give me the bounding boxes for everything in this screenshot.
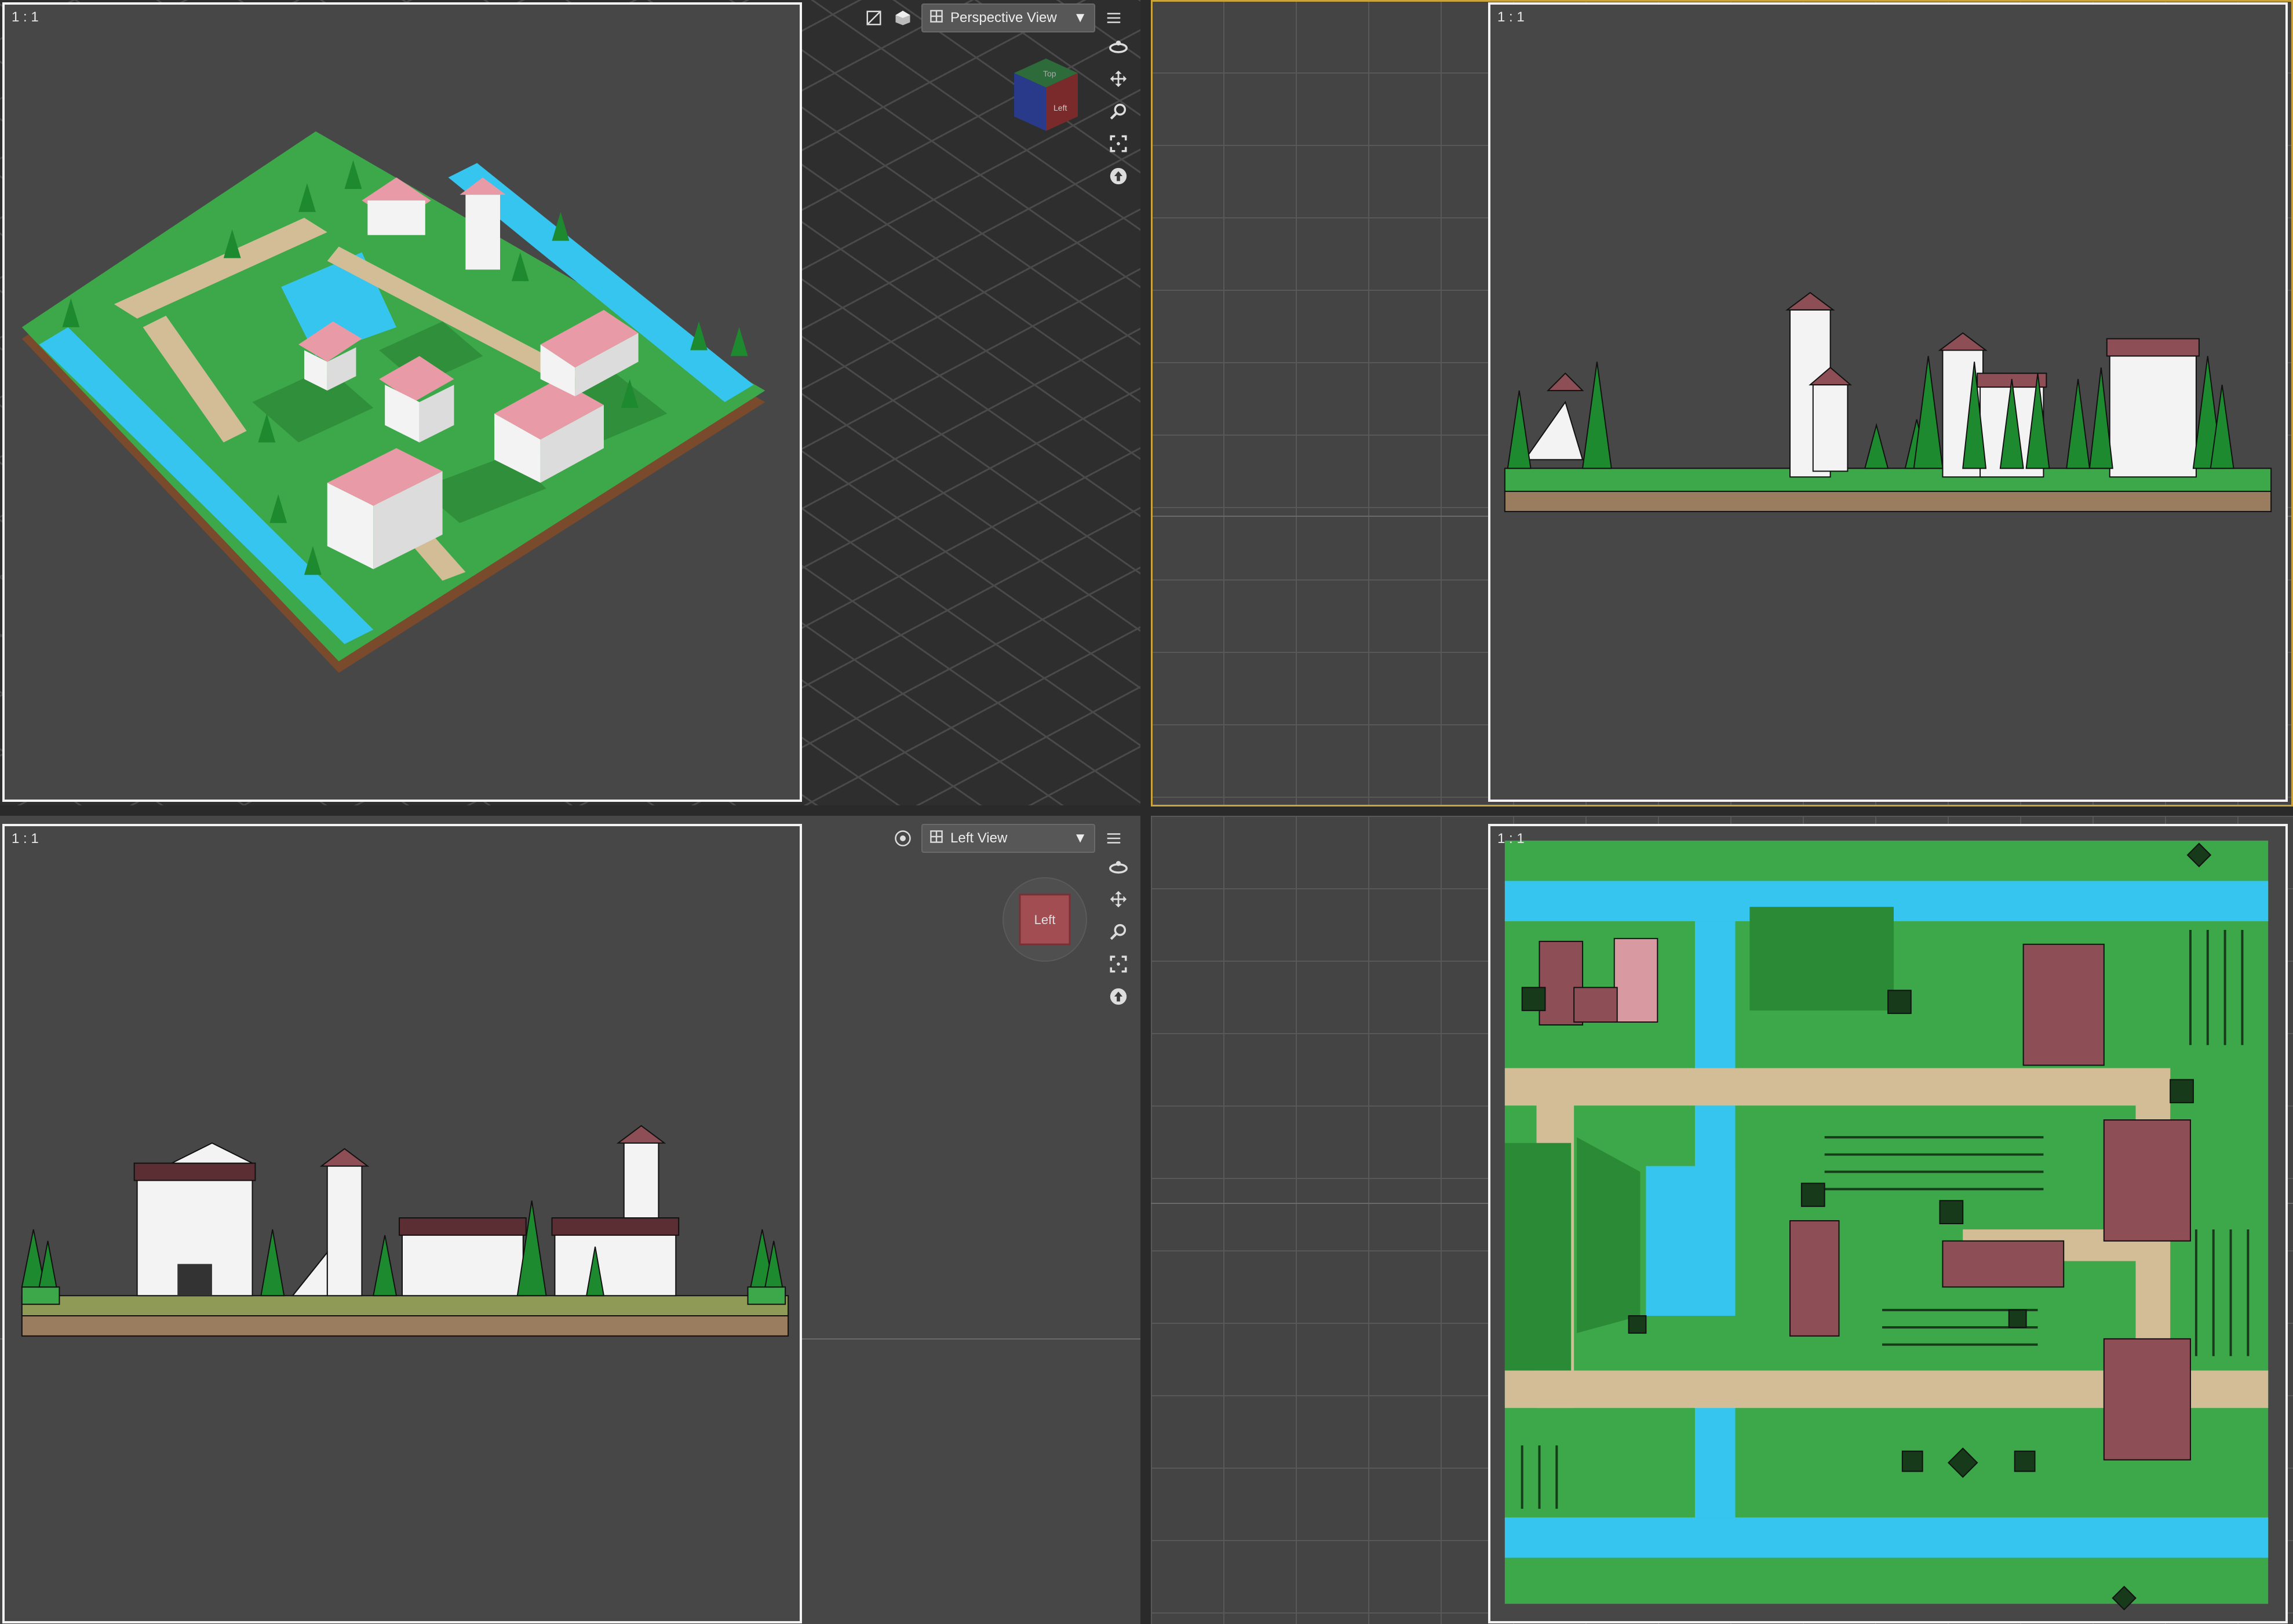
- side-viewport[interactable]: 1 : 1: [1151, 0, 2293, 805]
- camera-icon[interactable]: [892, 828, 913, 849]
- render-region-icon[interactable]: [863, 8, 884, 28]
- chevron-down-icon: ▼: [1073, 830, 1087, 846]
- view-cube-gizmo[interactable]: Top Left: [1008, 56, 1084, 137]
- left-scene-render: [5, 826, 800, 1621]
- view-orientation-gizmo[interactable]: Left: [1001, 876, 1088, 963]
- frame-icon[interactable]: [1107, 133, 1130, 154]
- reset-view-icon[interactable]: [1107, 166, 1130, 187]
- display-mode-icon[interactable]: [892, 8, 913, 28]
- aspect-ratio-label: 1 : 1: [1497, 9, 1525, 25]
- perspective-scene-render: [21, 131, 765, 673]
- viewport-layout-icon: [929, 830, 943, 848]
- frame-icon[interactable]: [1107, 954, 1130, 975]
- orbit-icon[interactable]: [1107, 36, 1130, 57]
- viewport-layout-icon: [929, 9, 943, 27]
- view-select-label: Left View: [950, 830, 1008, 846]
- perspective-render-frame[interactable]: 1 : 1: [2, 2, 802, 802]
- perspective-nav-tools: [1107, 36, 1130, 187]
- left-view-toolbar: Left View ▼: [892, 824, 1124, 853]
- top-render-frame[interactable]: 1 : 1: [1488, 824, 2288, 1623]
- viewport-menu-icon[interactable]: [1103, 8, 1124, 28]
- perspective-viewport[interactable]: 1 : 1 Perspective View ▼ Top Left: [0, 0, 1140, 805]
- reset-view-icon[interactable]: [1107, 986, 1130, 1007]
- side-render-frame[interactable]: 1 : 1: [1488, 2, 2288, 802]
- aspect-ratio-label: 1 : 1: [12, 831, 39, 846]
- viewport-divider-vertical[interactable]: [1140, 0, 1151, 1624]
- perspective-toolbar: Perspective View ▼: [863, 3, 1124, 32]
- perspective-view-select[interactable]: Perspective View ▼: [921, 3, 1095, 32]
- side-scene-render: [1490, 5, 2285, 800]
- pan-icon[interactable]: [1107, 889, 1130, 910]
- zoom-icon[interactable]: [1107, 921, 1130, 942]
- gizmo-face-label: Left: [1034, 913, 1056, 927]
- aspect-ratio-label: 1 : 1: [12, 9, 39, 25]
- viewport-menu-icon[interactable]: [1103, 828, 1124, 849]
- chevron-down-icon: ▼: [1073, 10, 1087, 25]
- left-viewport[interactable]: 1 : 1 Left View ▼ Left: [0, 816, 1140, 1624]
- cube-face-top: Top: [1043, 69, 1056, 78]
- zoom-icon[interactable]: [1107, 101, 1130, 122]
- aspect-ratio-label: 1 : 1: [1497, 831, 1525, 846]
- left-render-frame[interactable]: 1 : 1: [2, 824, 802, 1623]
- left-view-select[interactable]: Left View ▼: [921, 824, 1095, 853]
- left-view-nav-tools: [1107, 856, 1130, 1007]
- cube-face-left: Left: [1053, 103, 1067, 112]
- top-scene-render: [1490, 826, 2285, 1621]
- view-select-label: Perspective View: [950, 10, 1057, 25]
- top-viewport[interactable]: 1 : 1: [1151, 816, 2293, 1624]
- orbit-icon[interactable]: [1107, 856, 1130, 877]
- pan-icon[interactable]: [1107, 68, 1130, 89]
